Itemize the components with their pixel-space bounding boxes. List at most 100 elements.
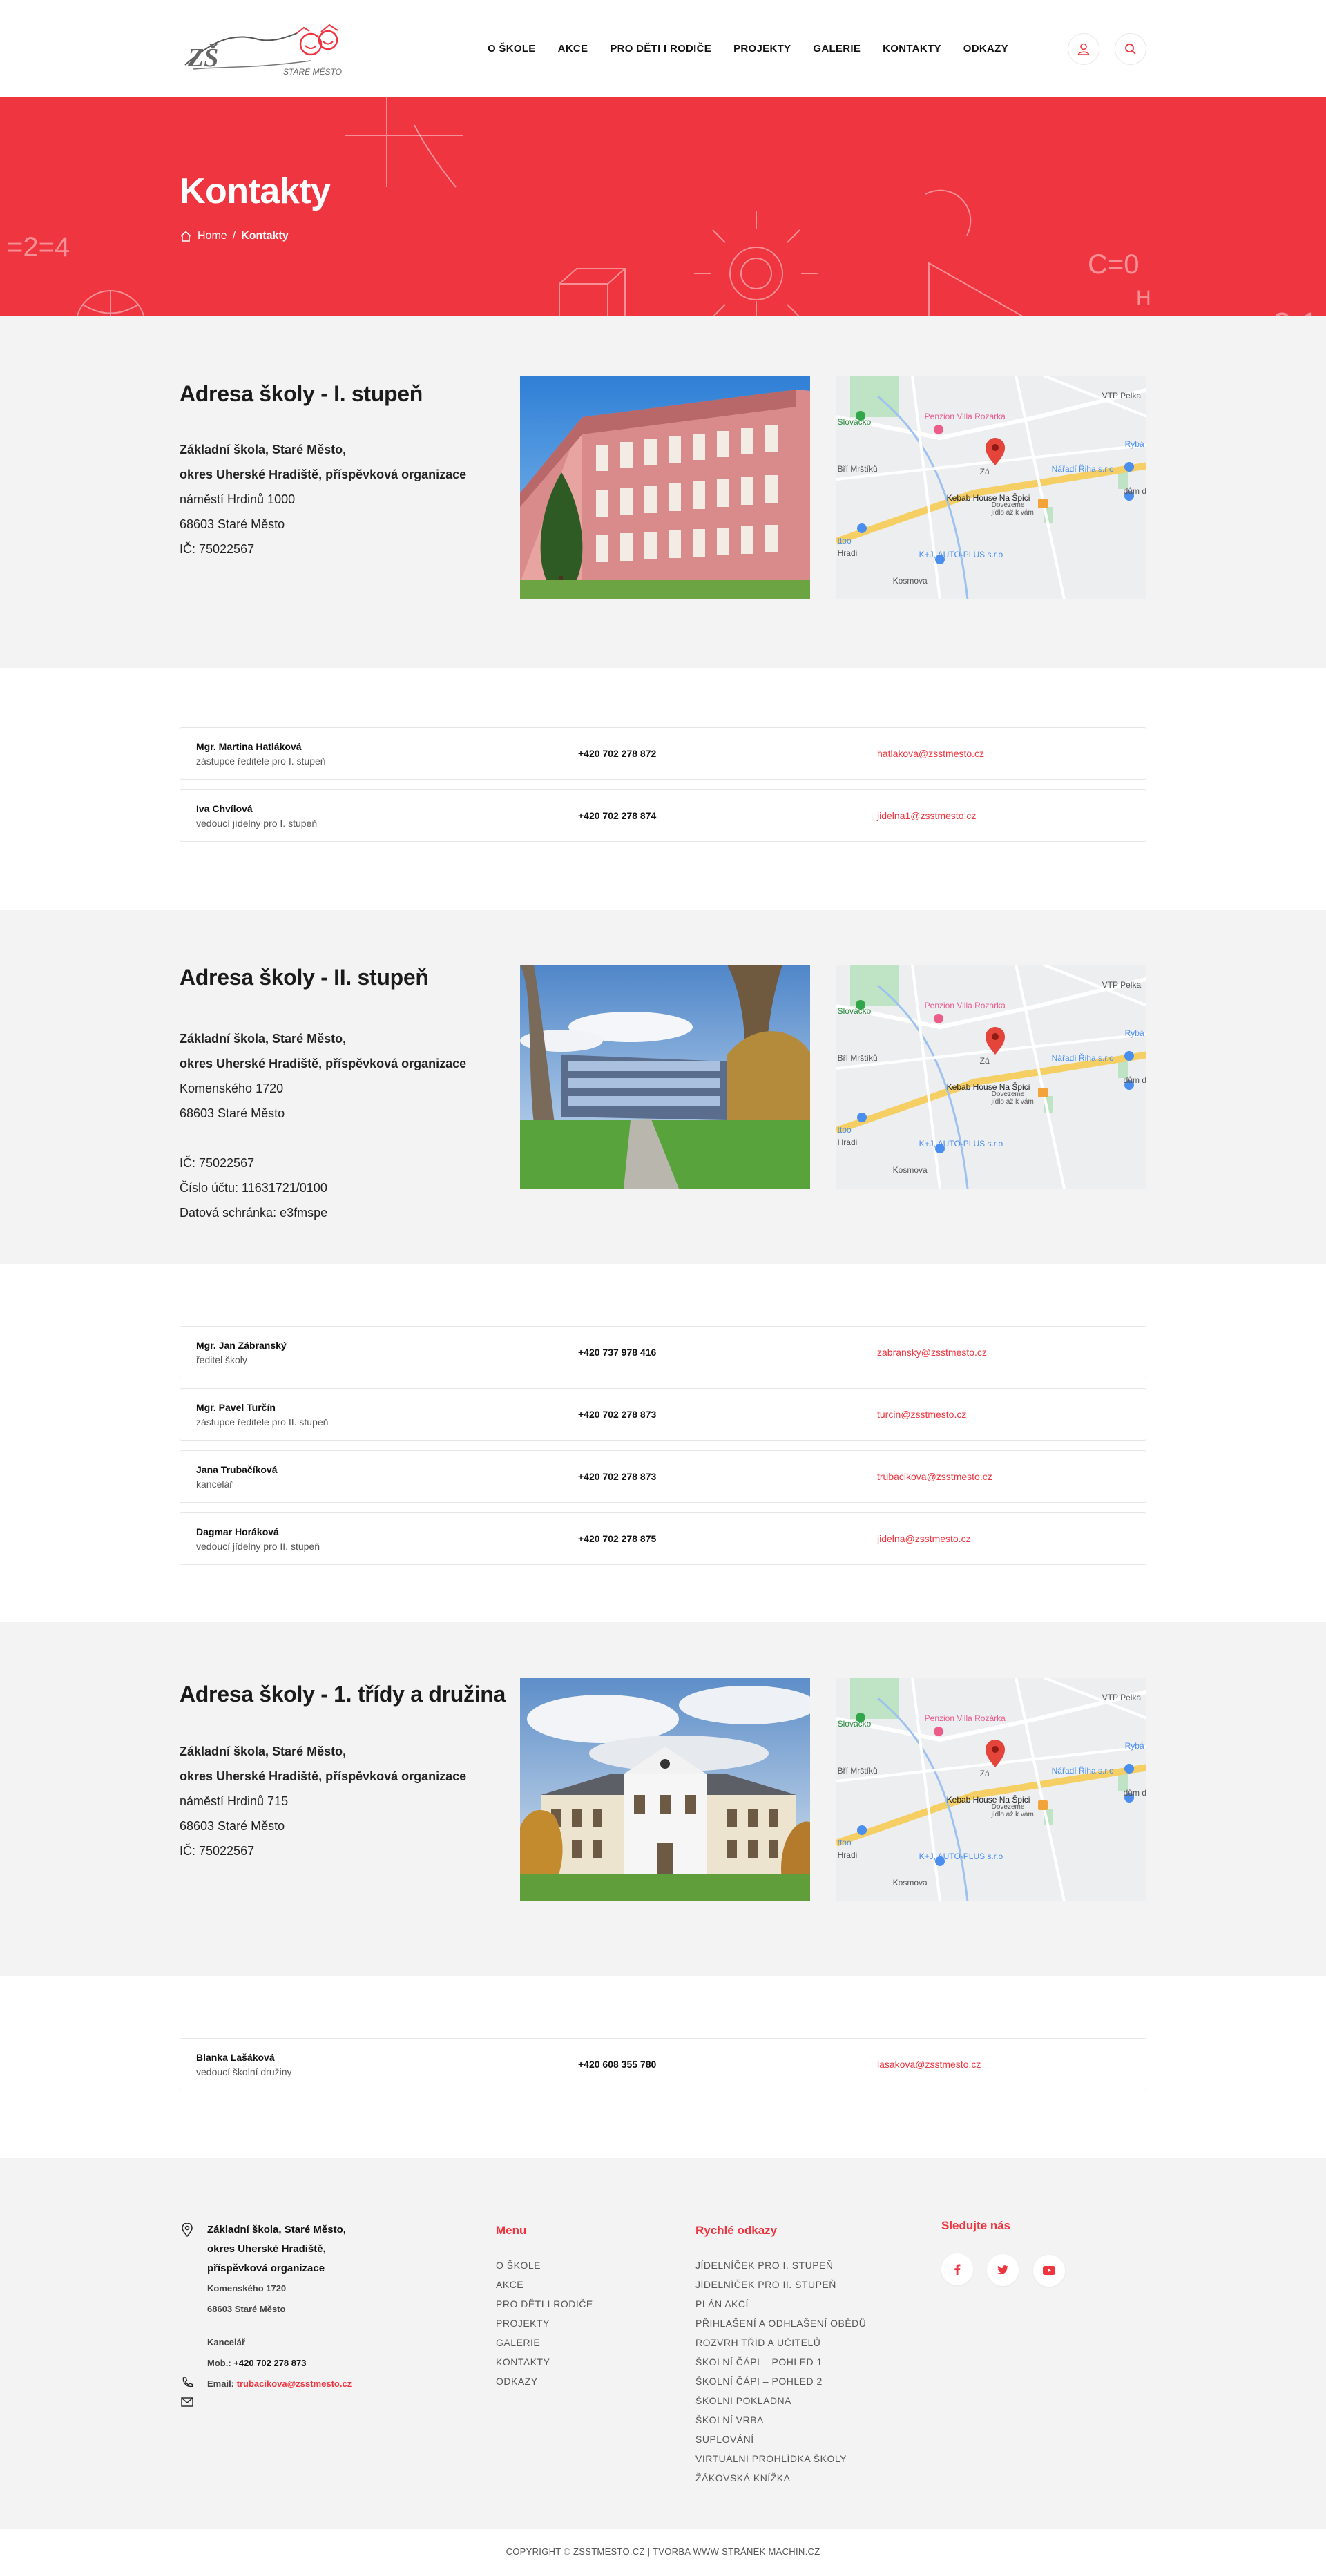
nav-item-pro-deti[interactable]: PRO DĚTI I RODIČE — [599, 43, 722, 55]
footer-social-title: Sledujte nás — [941, 2219, 1011, 2232]
svg-text:ZŠ: ZŠ — [187, 43, 218, 73]
contact-phone[interactable]: +420 702 278 875 — [578, 1533, 877, 1544]
location-map[interactable]: VTP Pelka Slovácko Penzion Villa Rozárka… — [836, 1678, 1146, 1901]
contact-email[interactable]: jidelna1@zsstmesto.cz — [877, 810, 976, 821]
contact-email[interactable]: turcin@zsstmesto.cz — [877, 1409, 966, 1420]
footer-menu-title: Menu — [496, 2224, 527, 2237]
nav-item-akce[interactable]: AKCE — [547, 43, 599, 55]
quick-link[interactable]: VIRTUÁLNÍ PROHLÍDKA ŠKOLY — [695, 2449, 923, 2468]
contact-phone[interactable]: +420 702 278 872 — [578, 748, 877, 759]
home-icon — [180, 231, 191, 242]
address-line: IČ: 75022567 — [180, 542, 255, 556]
email-icon — [181, 2397, 193, 2407]
svg-text:π = 3,14: π = 3,14 — [1212, 307, 1326, 316]
contact-row: Blanka Lašáková vedoucí školní družiny +4… — [180, 2038, 1146, 2090]
contact-phone[interactable]: +420 702 278 874 — [578, 810, 877, 821]
contact-email[interactable]: lasakova@zsstmesto.cz — [877, 2059, 981, 2070]
main-nav: O ŠKOLE AKCE PRO DĚTI I RODIČE PROJEKTY … — [477, 43, 1019, 55]
address-line: IČ: 75022567 — [180, 1844, 255, 1858]
facebook-icon — [954, 2264, 961, 2275]
contact-name: Dagmar Horáková — [196, 1526, 279, 1537]
footer-menu: Menu O ŠKOLE AKCE PRO DĚTI I RODIČE PROJ… — [496, 2224, 675, 2391]
address-line: Datová schránka: e3fmspe — [180, 1206, 328, 1220]
facebook-button[interactable] — [941, 2253, 973, 2285]
section-title: Adresa školy - 1. třídy a družina — [180, 1682, 506, 1707]
address-line: 68603 Staré Město — [180, 1106, 285, 1120]
contact-email[interactable]: hatlakova@zsstmesto.cz — [877, 748, 984, 759]
contact-role: vedoucí jídelny pro II. stupeň — [196, 1540, 320, 1552]
quick-link[interactable]: JÍDELNÍČEK PRO II. STUPEŇ — [695, 2275, 923, 2294]
footer-menu-item[interactable]: GALERIE — [496, 2333, 675, 2352]
school-logo[interactable]: ZŠ STARÉ MĚSTO — [180, 18, 359, 80]
nav-item-kontakty[interactable]: KONTAKTY — [872, 43, 952, 55]
footer-social: Sledujte nás — [941, 2219, 1107, 2287]
address-line: okres Uherské Hradiště, příspěvková orga… — [180, 1769, 467, 1783]
contact-phone[interactable]: +420 608 355 780 — [578, 2059, 877, 2070]
address-line: IČ: 75022567 — [180, 1156, 255, 1170]
search-icon — [1125, 43, 1136, 55]
youtube-button[interactable] — [1032, 2254, 1065, 2287]
contact-role: ředitel školy — [196, 1354, 247, 1365]
footer-menu-item[interactable]: PRO DĚTI I RODIČE — [496, 2294, 675, 2314]
breadcrumb-home[interactable]: Home — [198, 230, 227, 242]
map-graphic-icon — [836, 376, 1146, 599]
address-section-1: Adresa školy - I. stupeň Základní škola,… — [0, 316, 1326, 668]
address-line: Číslo účtu: 11631721/0100 — [180, 1181, 327, 1195]
contact-role: vedoucí školní družiny — [196, 2066, 292, 2077]
page-hero: =2=4 C=0 H π = 3,14 Kontakty Home / Kont… — [0, 97, 1326, 316]
footer-phone[interactable]: +420 702 278 873 — [233, 2358, 306, 2368]
quick-link[interactable]: PLÁN AKCÍ — [695, 2294, 923, 2314]
quick-link[interactable]: ŽÁKOVSKÁ KNÍŽKA — [695, 2468, 923, 2488]
contact-name: Mgr. Martina Hatláková — [196, 740, 302, 752]
location-map[interactable]: VTP Pelka Slovácko Penzion Villa Rozárka… — [836, 965, 1146, 1189]
address-line: Základní škola, Staré Město, — [180, 1032, 347, 1046]
quick-link[interactable]: ROZVRH TŘÍD A UČITELŮ — [695, 2333, 923, 2352]
contacts-section-1: Mgr. Martina Hatláková zástupce ředitele … — [0, 668, 1326, 910]
contact-phone[interactable]: +420 737 978 416 — [578, 1347, 877, 1358]
address-line: náměstí Hrdinů 1000 — [180, 492, 296, 506]
footer-menu-item[interactable]: AKCE — [496, 2275, 675, 2294]
location-map[interactable]: VTP Pelka Slovácko Penzion Villa Rozárka… — [836, 376, 1146, 599]
contact-name: Mgr. Jan Zábranský — [196, 1339, 287, 1351]
address-line: Základní škola, Staré Město, — [180, 443, 347, 456]
contact-email[interactable]: jidelna@zsstmesto.cz — [877, 1533, 971, 1544]
nav-item-galerie[interactable]: GALERIE — [802, 43, 872, 55]
school-building-photo-icon — [520, 1678, 810, 1901]
contact-row: Iva Chvílová vedoucí jídelny pro I. stupe… — [180, 789, 1146, 842]
footer-menu-item[interactable]: O ŠKOLE — [496, 2256, 675, 2275]
quick-link[interactable]: JÍDELNÍČEK PRO I. STUPEŇ — [695, 2256, 923, 2275]
page-title: Kontakty — [180, 171, 331, 211]
footer-quick-title: Rychlé odkazy — [695, 2224, 778, 2237]
search-button[interactable] — [1115, 32, 1146, 65]
contact-email[interactable]: trubacikova@zsstmesto.cz — [877, 1471, 992, 1482]
contact-phone[interactable]: +420 702 278 873 — [578, 1409, 877, 1420]
contacts-section-3: Blanka Lašáková vedoucí školní družiny +4… — [0, 1976, 1326, 2158]
quick-link[interactable]: ŠKOLNÍ VRBA — [695, 2410, 923, 2430]
section-title: Adresa školy - I. stupeň — [180, 381, 423, 406]
address-section-2: Adresa školy - II. stupeň Základní škola… — [0, 910, 1326, 1264]
contact-phone[interactable]: +420 702 278 873 — [578, 1471, 877, 1482]
contact-row: Dagmar Horáková vedoucí jídelny pro II. s… — [180, 1512, 1146, 1565]
quick-link[interactable]: SUPLOVÁNÍ — [695, 2430, 923, 2449]
footer-email[interactable]: trubacikova@zsstmesto.cz — [237, 2378, 352, 2389]
nav-item-o-skole[interactable]: O ŠKOLE — [477, 43, 547, 55]
footer-menu-item[interactable]: KONTAKTY — [496, 2352, 675, 2372]
contact-name: Iva Chvílová — [196, 802, 253, 814]
contact-email[interactable]: zabransky@zsstmesto.cz — [877, 1347, 987, 1358]
contact-row: Mgr. Martina Hatláková zástupce ředitele … — [180, 727, 1146, 780]
school-building-photo-icon — [520, 376, 810, 599]
quick-link[interactable]: ŠKOLNÍ POKLADNA — [695, 2391, 923, 2410]
logo-mark-icon: ZŠ STARÉ MĚSTO — [184, 23, 342, 77]
quick-link[interactable]: PŘIHLAŠENÍ A ODHLAŠENÍ OBĚDŮ — [695, 2314, 923, 2333]
twitter-button[interactable] — [987, 2254, 1019, 2286]
quick-link[interactable]: ŠKOLNÍ ČÁPI – POHLED 2 — [695, 2372, 923, 2391]
nav-item-odkazy[interactable]: ODKAZY — [952, 43, 1019, 55]
quick-link[interactable]: ŠKOLNÍ ČÁPI – POHLED 1 — [695, 2352, 923, 2372]
footer-menu-item[interactable]: PROJEKTY — [496, 2314, 675, 2333]
user-login-button[interactable] — [1068, 32, 1099, 65]
footer-menu-item[interactable]: ODKAZY — [496, 2372, 675, 2391]
youtube-icon — [1042, 2266, 1055, 2275]
nav-item-projekty[interactable]: PROJEKTY — [722, 43, 802, 55]
contact-role: zástupce ředitele pro II. stupeň — [196, 1416, 329, 1428]
address-line: 68603 Staré Město — [180, 1819, 285, 1833]
